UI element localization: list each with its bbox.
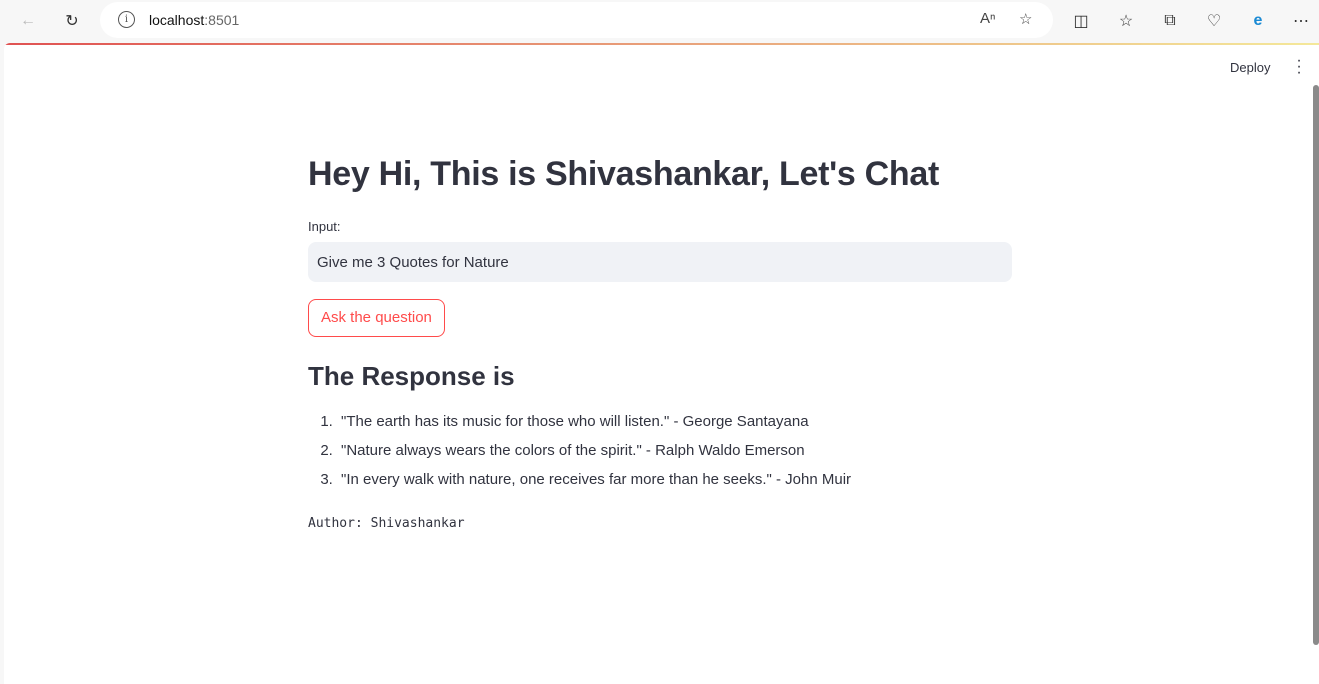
back-icon[interactable]: ← <box>16 9 40 33</box>
list-item: "The earth has its music for those who w… <box>337 413 851 442</box>
decoration-bar <box>4 43 1319 45</box>
address-bar[interactable]: i localhost:8501 Aⁿ ☆ <box>100 2 1053 38</box>
info-icon[interactable]: i <box>118 11 135 28</box>
collections-icon[interactable]: ⧉ <box>1158 9 1182 33</box>
split-screen-icon[interactable]: ◫ <box>1069 9 1093 33</box>
input-label: Input: <box>308 219 341 234</box>
read-aloud-icon[interactable]: Aⁿ <box>980 10 995 27</box>
browser-essentials-icon[interactable]: ♡ <box>1202 9 1226 33</box>
page-title: Hey Hi, This is Shivashankar, Let's Chat <box>308 155 939 193</box>
app-page: Deploy · · · Hey Hi, This is Shivashankar,… <box>4 43 1319 684</box>
list-item: "Nature always wears the colors of the s… <box>337 442 851 471</box>
edge-icon[interactable]: e <box>1246 9 1270 33</box>
main-menu-icon[interactable]: · · · <box>1294 53 1304 81</box>
favorite-star-icon[interactable]: ☆ <box>1019 10 1032 28</box>
scrollbar[interactable] <box>1313 85 1319 645</box>
list-item: "In every walk with nature, one receives… <box>337 471 851 500</box>
question-input[interactable]: Give me 3 Quotes for Nature <box>308 242 1012 282</box>
response-list: "The earth has its music for those who w… <box>308 413 851 500</box>
response-heading: The Response is <box>308 361 515 391</box>
author-code: Author: Shivashankar <box>308 516 465 531</box>
browser-toolbar: ← ↻ i localhost:8501 Aⁿ ☆ ◫ ☆ ⧉ ♡ e ⋯ <box>0 0 1319 42</box>
deploy-button[interactable]: Deploy <box>1230 60 1270 75</box>
ask-question-button[interactable]: Ask the question <box>308 299 445 337</box>
more-icon[interactable]: ⋯ <box>1289 9 1313 33</box>
url-text: localhost:8501 <box>149 12 240 28</box>
favorites-icon[interactable]: ☆ <box>1114 9 1138 33</box>
refresh-icon[interactable]: ↻ <box>60 9 84 33</box>
